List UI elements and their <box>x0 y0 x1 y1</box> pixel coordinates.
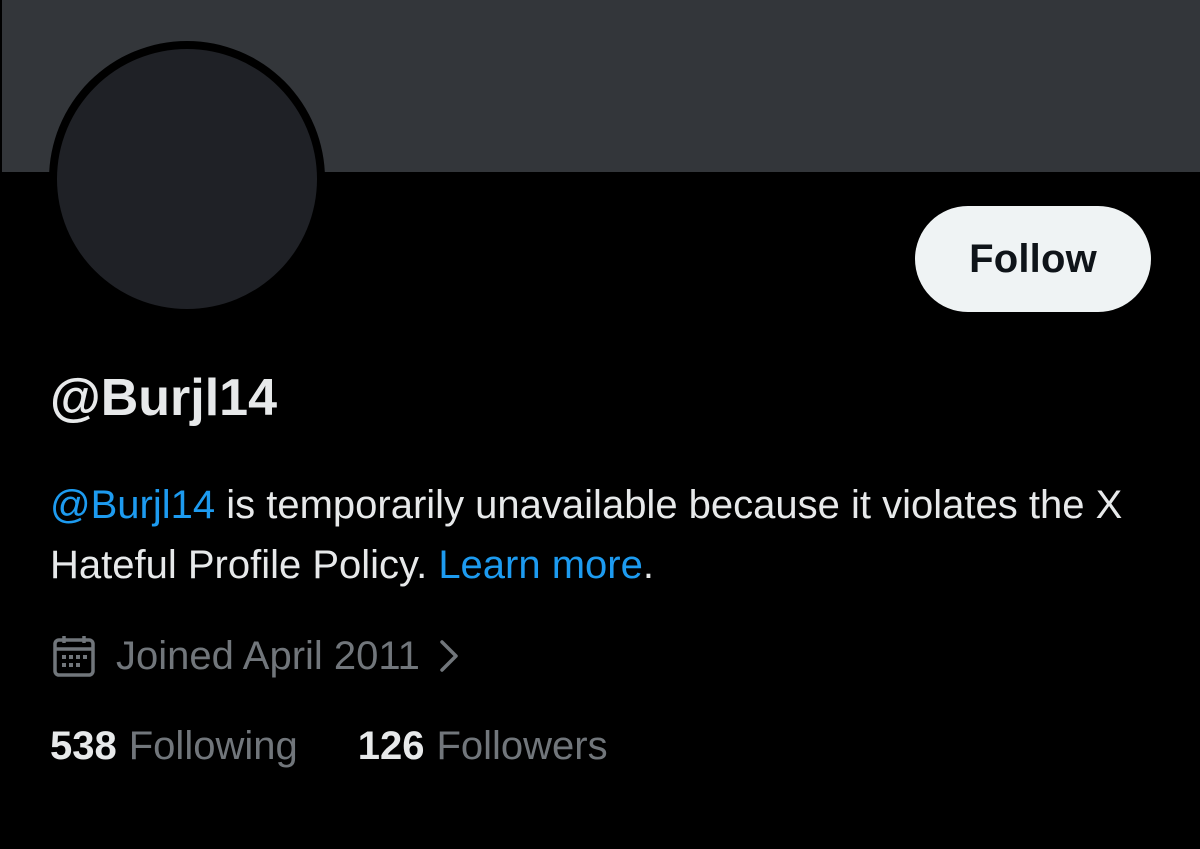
joined-date[interactable]: Joined April 2011 <box>52 628 464 684</box>
follow-stats: 538 Following 126 Followers <box>50 718 608 774</box>
notice-period: . <box>642 543 654 587</box>
chevron-right-icon <box>440 640 458 672</box>
follow-button[interactable]: Follow <box>915 206 1151 312</box>
calendar-icon <box>53 636 95 677</box>
followers-label: Followers <box>436 723 608 768</box>
followers-count: 126 <box>357 723 425 768</box>
learn-more-link[interactable]: Learn more <box>438 543 643 587</box>
unavailable-notice: @Burjl14 is temporarily unavailable beca… <box>50 475 1160 595</box>
joined-label: Joined April 2011 <box>116 633 420 678</box>
profile-page: Follow @Burjl14 @Burjl14 is temporarily … <box>0 0 1200 849</box>
avatar-image <box>57 49 317 309</box>
following-count: 538 <box>50 723 117 768</box>
followers-link[interactable]: 126 Followers <box>358 724 608 769</box>
following-label: Following <box>128 723 298 768</box>
profile-handle: @Burjl14 <box>50 369 277 427</box>
avatar[interactable] <box>49 41 325 317</box>
handle-mention-link[interactable]: @Burjl14 <box>50 483 215 527</box>
following-link[interactable]: 538 Following <box>50 724 298 769</box>
